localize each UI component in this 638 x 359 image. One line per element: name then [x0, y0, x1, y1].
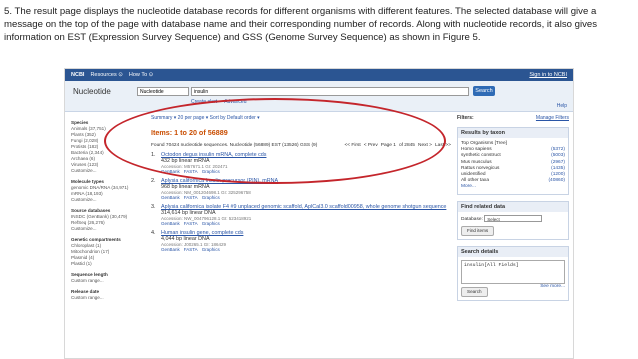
- help-link[interactable]: Help: [557, 103, 567, 109]
- database-select[interactable]: Nucleotide: [137, 87, 189, 96]
- display-settings[interactable]: Summary ▾ 20 per page ▾ Sort by Default …: [151, 115, 451, 121]
- search-input[interactable]: insulin: [191, 87, 469, 96]
- details-search-button[interactable]: Search: [461, 286, 488, 297]
- record-row: 1. Octodon degus insulin mRNA, complete c…: [151, 152, 451, 174]
- taxon-row[interactable]: All other taxa (40860): [461, 178, 565, 184]
- pager-item[interactable]: < Prev: [364, 143, 378, 148]
- record-link[interactable]: GenBank: [161, 247, 180, 252]
- howto-menu[interactable]: How To ⊙: [129, 72, 153, 78]
- record-number: 3.: [151, 204, 156, 210]
- filter-item[interactable]: Customize...: [71, 226, 131, 232]
- record-link[interactable]: GenBank: [161, 221, 180, 226]
- details-box: Search details insulin[All Fields] Searc…: [457, 245, 569, 301]
- taxon-box: Results by taxon Top Organisms [Tree] Ho…: [457, 127, 569, 195]
- find-items-button[interactable]: Find items: [461, 225, 495, 236]
- ncbi-topbar: NCBI Resources ⊙ How To ⊙ Sign in to NCB…: [65, 69, 573, 81]
- database-label: Database:: [461, 216, 483, 222]
- record-link[interactable]: Graphics: [202, 195, 220, 200]
- filter-item[interactable]: Customize...: [71, 197, 131, 203]
- intro-paragraph: 5. The result page displays the nucleoti…: [4, 6, 598, 44]
- db-title: Nucleotide: [73, 87, 111, 96]
- records-list: 1. Octodon degus insulin mRNA, complete c…: [151, 152, 451, 252]
- filters-row: Filters: Manage Filters: [457, 115, 569, 121]
- related-box: Find related data Database: Select Find …: [457, 200, 569, 240]
- record-row: 2. Aplysia californica insulin precursor …: [151, 178, 451, 200]
- found-text: Found 70424 nucleotide sequences. Nucleo…: [151, 143, 318, 148]
- details-heading: Search details: [458, 246, 568, 257]
- taxon-heading: Results by taxon: [458, 128, 568, 138]
- record-row: 4. Human insulin gene, complete cds 4,044 …: [151, 230, 451, 252]
- record-link[interactable]: FASTA: [184, 169, 198, 174]
- filter-item[interactable]: Plastid (1): [71, 261, 131, 267]
- taxa-list: Homo sapiens (5372) synthetic construct (50…: [461, 147, 565, 184]
- record-link[interactable]: GenBank: [161, 169, 180, 174]
- pager-item[interactable]: << First: [344, 143, 360, 148]
- record-row: 3. Aplysia californica isolate F4 #9 unpl…: [151, 204, 451, 226]
- record-link[interactable]: FASTA: [184, 195, 198, 200]
- record-link[interactable]: FASTA: [184, 221, 198, 226]
- record-number: 1.: [151, 152, 156, 158]
- pager-item[interactable]: of 2845: [399, 143, 415, 148]
- found-line: Found 70424 nucleotide sequences. Nucleo…: [151, 143, 451, 148]
- pager-item[interactable]: Page 1: [381, 143, 396, 148]
- record-link[interactable]: Graphics: [202, 247, 220, 252]
- record-link[interactable]: Graphics: [202, 221, 220, 226]
- advanced-link[interactable]: Advanced: [224, 99, 246, 105]
- signin-link[interactable]: Sign in to NCBI: [529, 72, 567, 78]
- see-more-link[interactable]: See more...: [540, 284, 565, 290]
- filter-item[interactable]: Customize...: [71, 168, 131, 174]
- results-main: Summary ▾ 20 per page ▾ Sort by Default …: [151, 115, 451, 252]
- right-sidebar: Filters: Manage Filters Results by taxon…: [457, 115, 569, 301]
- filter-item[interactable]: Custom range...: [71, 278, 131, 284]
- pager-item[interactable]: Last >>: [435, 143, 451, 148]
- pager-item[interactable]: Next >: [418, 143, 432, 148]
- record-link[interactable]: GenBank: [161, 195, 180, 200]
- more-link[interactable]: More...: [461, 184, 476, 189]
- search-area: Nucleotide Nucleotide insulin Search Cre…: [65, 81, 573, 112]
- record-link[interactable]: FASTA: [184, 247, 198, 252]
- ncbi-logo[interactable]: NCBI: [71, 72, 84, 78]
- search-details-text[interactable]: insulin[All Fields]: [461, 259, 565, 284]
- record-links: GenBank FASTA Graphics: [161, 247, 243, 252]
- record-number: 4.: [151, 230, 156, 236]
- taxon-count: (40860): [548, 178, 565, 184]
- related-database-select[interactable]: Select: [484, 214, 543, 222]
- record-links: GenBank FASTA Graphics: [161, 169, 266, 174]
- ncbi-screenshot: NCBI Resources ⊙ How To ⊙ Sign in to NCB…: [64, 68, 574, 359]
- record-link[interactable]: Graphics: [202, 169, 220, 174]
- left-filters: Species Animals (37,751) Plants (352) Fungi…: [71, 115, 131, 301]
- record-links: GenBank FASTA Graphics: [161, 195, 278, 200]
- search-sublinks: Create alert Advanced: [191, 99, 253, 105]
- filters-label: Filters:: [457, 115, 474, 121]
- related-heading: Find related data: [458, 201, 568, 212]
- pager: << First < Prev Page 1 of 2845 Next > Last >>: [341, 143, 451, 148]
- manage-filters-link[interactable]: Manage Filters: [536, 115, 569, 121]
- record-links: GenBank FASTA Graphics: [161, 221, 446, 226]
- create-alert-link[interactable]: Create alert: [191, 99, 217, 105]
- items-count: Items: 1 to 20 of 56889: [151, 128, 228, 137]
- filter-item[interactable]: Custom range...: [71, 295, 131, 301]
- resources-menu[interactable]: Resources ⊙: [90, 72, 122, 78]
- search-button[interactable]: Search: [473, 86, 495, 96]
- record-number: 2.: [151, 178, 156, 184]
